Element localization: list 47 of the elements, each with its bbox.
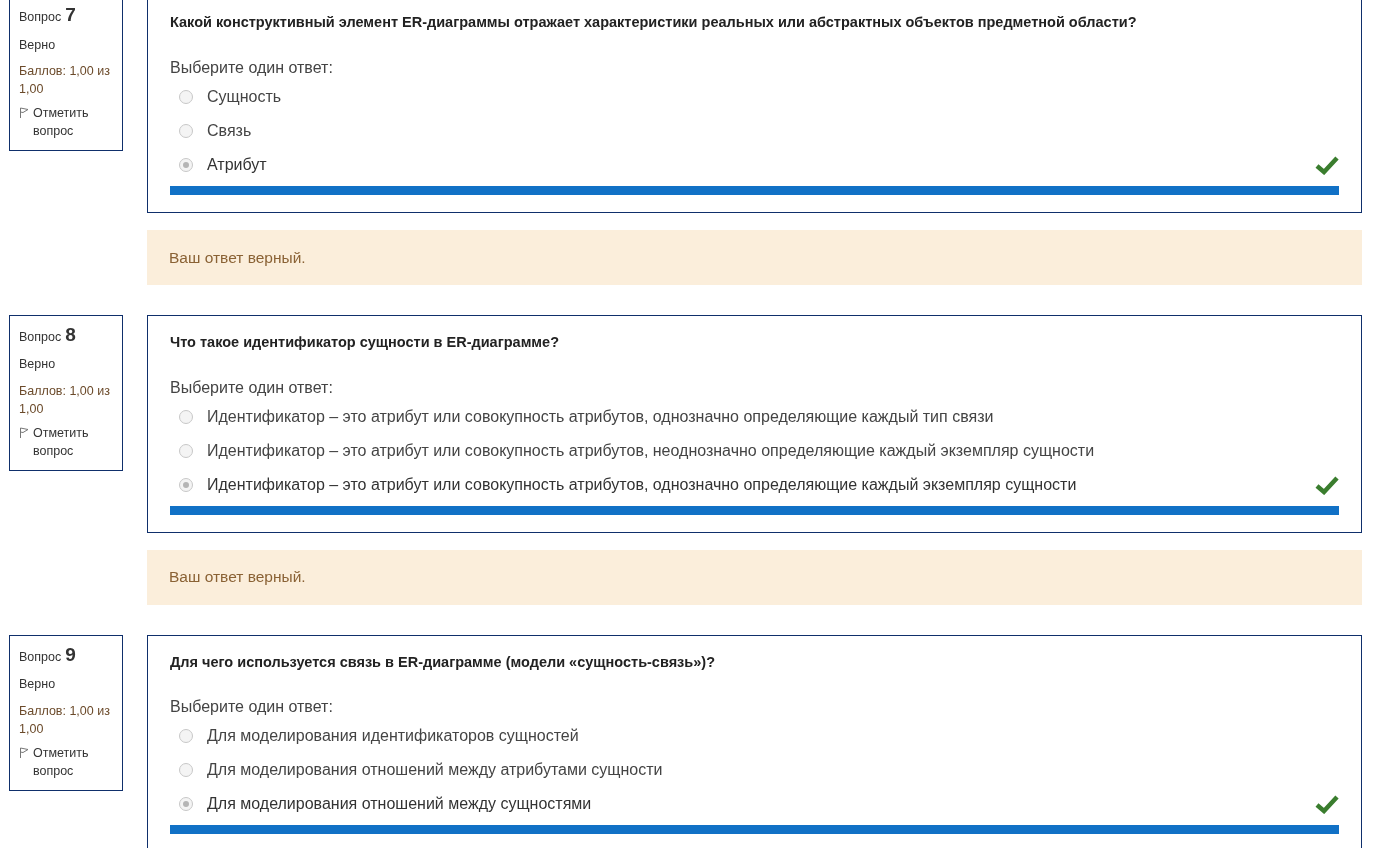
question-score: Баллов: 1,00 из 1,00 xyxy=(19,383,111,418)
flag-icon[interactable] xyxy=(19,107,29,120)
answer-prompt: Выберите один ответ: xyxy=(170,697,334,718)
flag-icon[interactable] xyxy=(19,746,29,759)
answer-option: Для моделирования идентификаторов сущностей xyxy=(207,724,1339,749)
question-status: Верно xyxy=(19,36,57,54)
radio-button[interactable] xyxy=(179,123,193,138)
answer-option: Идентификатор – это атрибут или совокупность атрибутов, однозначно определяющие каждый экземпляр сущности xyxy=(207,472,1315,497)
answer-option: Атрибут xyxy=(207,152,1315,177)
answer-option: Идентификатор – это атрибут или совокупность атрибутов, однозначно определяющие каждый тип связи xyxy=(207,404,1339,429)
radio-button[interactable] xyxy=(179,797,193,812)
checkmark-icon xyxy=(1315,474,1339,495)
radio-button[interactable] xyxy=(179,443,193,458)
checkmark-icon xyxy=(1315,794,1339,815)
answer-option: Для моделирования отношений между сущностями xyxy=(207,792,1315,817)
question-text: Что такое идентификатор сущности в ER-диаграмме? xyxy=(170,332,561,352)
question-number: 7 xyxy=(65,3,76,27)
flag-question-link[interactable]: Отметить вопрос xyxy=(33,743,113,780)
feedback-text: Ваш ответ верный. xyxy=(169,247,306,268)
feedback-text: Ваш ответ верный. xyxy=(169,567,306,588)
flag-question-link[interactable]: Отметить вопрос xyxy=(33,104,113,141)
question-score: Баллов: 1,00 из 1,00 xyxy=(19,63,111,99)
question-text: Для чего используется связь в ER-диаграмме (модели «сущность-связь»)? xyxy=(170,652,716,672)
flag-icon[interactable] xyxy=(19,427,29,439)
question-status: Верно xyxy=(19,356,57,374)
radio-button[interactable] xyxy=(179,477,193,492)
answer-prompt: Выберите один ответ: xyxy=(170,377,334,398)
question-text: Какой конструктивный элемент ER-диаграммы отражает характеристики реальных или абстрактных объектов предметной области? xyxy=(170,13,1138,32)
question-status: Верно xyxy=(19,676,57,693)
answer-option: Для моделирования отношений между атрибутами сущности xyxy=(207,758,1339,783)
question-label: Вопрос xyxy=(19,9,62,26)
question-number: 9 xyxy=(65,642,76,667)
flag-question-link[interactable]: Отметить вопрос xyxy=(33,424,113,460)
radio-button[interactable] xyxy=(179,89,193,104)
radio-button[interactable] xyxy=(179,763,193,778)
answer-prompt: Выберите один ответ: xyxy=(170,57,334,78)
question-score: Баллов: 1,00 из 1,00 xyxy=(19,702,111,738)
answer-option: Сущность xyxy=(207,84,1339,109)
radio-button[interactable] xyxy=(179,409,193,424)
question-label: Вопрос xyxy=(19,648,62,666)
answer-option: Связь xyxy=(207,118,1339,143)
radio-button[interactable] xyxy=(179,157,193,172)
question-label: Вопрос xyxy=(19,328,62,346)
answer-option: Идентификатор – это атрибут или совокупность атрибутов, неоднозначно определяющие каждый экземпляр сущности xyxy=(207,438,1339,463)
checkmark-icon xyxy=(1315,154,1339,175)
radio-button[interactable] xyxy=(179,729,193,744)
question-number: 8 xyxy=(65,322,76,347)
